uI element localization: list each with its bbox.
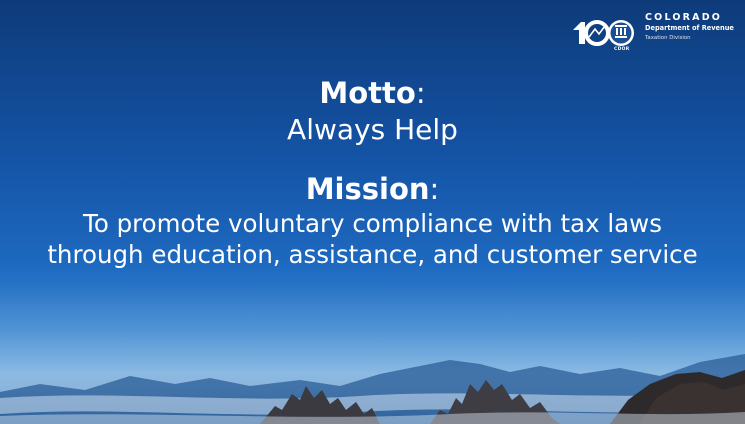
mission-text-line-2: through education, assistance, and custo…: [47, 240, 698, 269]
colorado-dor-logo: CDOR COLORADO Department of Revenue Taxa…: [569, 8, 741, 64]
logo-division: Taxation Division: [645, 35, 691, 41]
mission-heading: Mission:: [0, 170, 745, 208]
mission-label: Mission: [305, 172, 430, 206]
slide-content: Motto: Always Help Mission: To promote v…: [0, 74, 745, 270]
mission-text-line-1: To promote voluntary compliance with tax…: [83, 209, 662, 238]
mountain-landscape: [0, 354, 745, 424]
motto-separator: :: [415, 76, 426, 110]
motto-text: Always Help: [287, 113, 458, 146]
logo-department: Department of Revenue: [645, 24, 734, 32]
logo-marks: CDOR: [569, 8, 639, 56]
motto-label: Motto: [319, 76, 416, 110]
slide: CDOR COLORADO Department of Revenue Taxa…: [0, 0, 745, 424]
logo-state: COLORADO: [645, 12, 723, 23]
logo-badge-text: CDOR: [614, 47, 630, 52]
motto-heading: Motto:: [0, 74, 745, 112]
logo-text: COLORADO Department of Revenue Taxation …: [645, 8, 739, 43]
mission-separator: :: [429, 172, 440, 206]
